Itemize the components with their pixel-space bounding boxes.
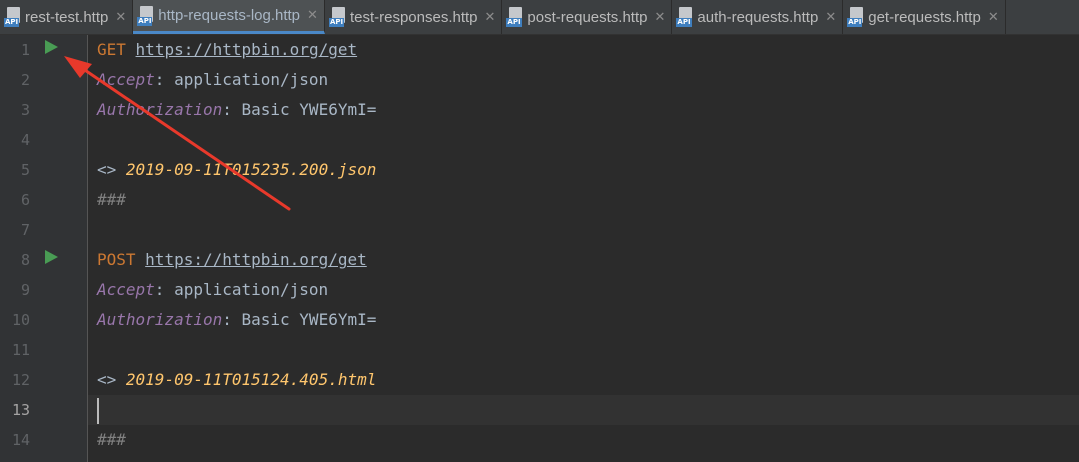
annotation-arrow-head [64, 56, 92, 78]
annotation-arrow-shaft [74, 62, 291, 211]
annotation-arrow [64, 56, 291, 211]
